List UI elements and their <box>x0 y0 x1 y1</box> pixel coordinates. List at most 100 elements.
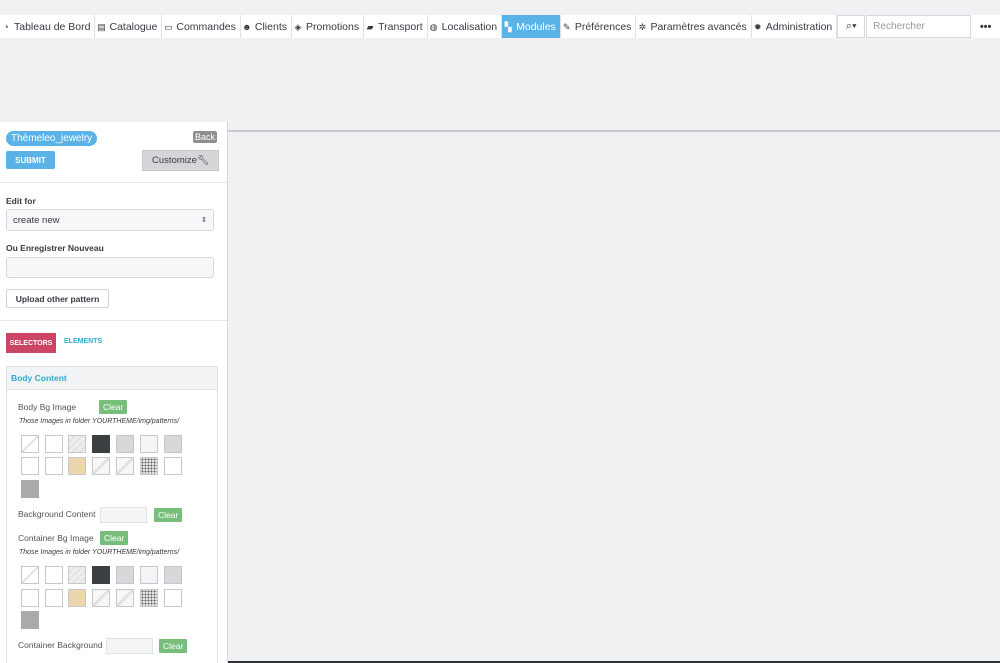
pattern-swatch[interactable] <box>164 589 182 607</box>
pattern-swatch[interactable] <box>140 435 158 453</box>
submit-button[interactable]: SUBMIT <box>6 151 55 169</box>
credit-card-icon: ▭ <box>164 21 173 32</box>
pattern-swatch[interactable] <box>68 457 86 475</box>
nav-item-administration[interactable]: ✹ Administration <box>752 15 838 38</box>
nav-item-clients[interactable]: ☻ Clients <box>241 15 292 38</box>
tab-elements[interactable]: ELEMENTS <box>64 338 102 345</box>
edit-for-select[interactable]: create new ⇕ <box>6 209 214 231</box>
clear-body-bg-button[interactable]: Clear <box>99 400 128 414</box>
cog-icon: ✹ <box>753 21 762 32</box>
pattern-swatch[interactable] <box>21 435 39 453</box>
clear-bg-content-button[interactable]: Clear <box>154 508 183 522</box>
wrench-icon: ✎ <box>563 21 571 32</box>
pattern-swatch[interactable] <box>164 457 182 475</box>
nav-item-catalogue[interactable]: ▤ Catalogue <box>95 15 163 38</box>
edit-for-value: create new <box>13 214 60 226</box>
pattern-swatch[interactable] <box>68 435 86 453</box>
globe-icon: ◍ <box>429 21 438 32</box>
pattern-swatch[interactable] <box>116 435 134 453</box>
pattern-swatch[interactable] <box>21 457 39 475</box>
container-bg-label: Container Bg Image <box>18 533 94 543</box>
bg-content-label: Background Content <box>18 509 96 519</box>
pattern-swatch[interactable] <box>45 566 63 584</box>
nav-label: Préférences <box>574 20 632 33</box>
divider <box>0 320 227 321</box>
theme-customizer-panel: Thèmeleo_jewelry Back SUBMIT Customize 🔧︎… <box>0 122 228 663</box>
patterns-note: Those Images in folder YOURTHEME/img/pat… <box>19 418 180 425</box>
nav-label: Promotions <box>306 20 360 33</box>
tags-icon: ◈ <box>294 21 302 32</box>
nav-item-advanced-parameters[interactable]: ✲ Paramètres avancés <box>636 15 752 38</box>
pattern-swatch[interactable] <box>21 611 39 629</box>
pattern-swatch[interactable] <box>116 589 134 607</box>
nav-item-localisation[interactable]: ◍ Localisation <box>428 15 503 38</box>
nav-item-transport[interactable]: ▰ Transport <box>364 15 428 38</box>
clear-container-background-button[interactable]: Clear <box>159 639 188 653</box>
pattern-swatch[interactable] <box>116 566 134 584</box>
top-navigation: ◔ Tableau de Bord ▤ Catalogue ▭ Commandes ☻… <box>0 15 1000 38</box>
truck-icon: ▰ <box>366 21 374 32</box>
customize-label: Customize <box>152 155 197 166</box>
nav-label: Clients <box>254 20 287 33</box>
theme-name-badge: Thèmeleo_jewelry <box>6 131 98 146</box>
dashboard-icon: ◔ <box>3 21 9 32</box>
nav-label: Paramètres avancés <box>650 20 747 33</box>
pattern-swatch[interactable] <box>140 589 158 607</box>
users-icon: ☻ <box>242 21 252 32</box>
pattern-swatch[interactable] <box>92 566 110 584</box>
search-dropdown-button[interactable]: ⌕▾ <box>837 15 866 38</box>
save-new-label: Ou Enregistrer Nouveau <box>6 243 104 253</box>
divider <box>0 182 227 183</box>
pattern-swatch[interactable] <box>164 435 182 453</box>
save-new-input[interactable] <box>6 257 214 278</box>
nav-item-preferences[interactable]: ✎ Préférences <box>561 15 637 38</box>
nav-item-dashboard[interactable]: ◔ Tableau de Bord <box>0 15 96 38</box>
pattern-swatch[interactable] <box>21 480 39 498</box>
search-icon: ⌕▾ <box>845 20 857 32</box>
pattern-swatch[interactable] <box>68 566 86 584</box>
pattern-swatch[interactable] <box>92 457 110 475</box>
pattern-swatch[interactable] <box>140 457 158 475</box>
nav-label: Transport <box>378 20 423 33</box>
body-content-section: Body Content Body Bg Image Clear Those I… <box>6 366 218 663</box>
select-arrows-icon: ⇕ <box>201 217 207 224</box>
more-menu-button[interactable]: ••• <box>971 15 1000 38</box>
nav-label: Commandes <box>176 20 236 33</box>
book-icon: ▤ <box>97 21 106 32</box>
section-title[interactable]: Body Content <box>7 367 217 390</box>
pattern-swatch[interactable] <box>21 589 39 607</box>
pattern-swatch[interactable] <box>92 435 110 453</box>
nav-label: Modules <box>516 20 556 33</box>
nav-item-promotions[interactable]: ◈ Promotions <box>292 15 365 38</box>
customize-button[interactable]: Customize 🔧︎ <box>142 150 219 171</box>
body-bg-label: Body Bg Image <box>18 402 77 412</box>
nav-label: Administration <box>765 20 833 33</box>
pattern-swatch[interactable] <box>92 589 110 607</box>
puzzle-icon: ▚ <box>504 21 512 32</box>
upload-pattern-button[interactable]: Upload other pattern <box>6 289 109 308</box>
nav-label: Tableau de Bord <box>14 20 91 33</box>
nav-label: Catalogue <box>109 20 158 33</box>
wrench-icon: 🔧︎ <box>196 155 209 166</box>
search-input[interactable]: Rechercher <box>866 15 972 38</box>
pattern-swatch[interactable] <box>45 457 63 475</box>
nav-label: Localisation <box>441 20 498 33</box>
container-background-label: Container Background <box>18 640 103 650</box>
clear-container-bg-button[interactable]: Clear <box>100 531 129 545</box>
tab-selectors[interactable]: SELECTORS <box>6 333 56 353</box>
back-button[interactable]: Back <box>193 131 217 143</box>
edit-for-label: Edit for <box>6 196 36 206</box>
pattern-swatch[interactable] <box>164 566 182 584</box>
pattern-swatch[interactable] <box>45 435 63 453</box>
pattern-swatch[interactable] <box>45 589 63 607</box>
pattern-swatch[interactable] <box>68 589 86 607</box>
container-background-color-input[interactable] <box>106 638 153 654</box>
bg-content-color-input[interactable] <box>100 507 147 523</box>
nav-item-commandes[interactable]: ▭ Commandes <box>162 15 241 38</box>
nav-item-modules[interactable]: ▚ Modules <box>502 15 561 38</box>
pattern-swatch[interactable] <box>116 457 134 475</box>
content-divider <box>228 130 1000 132</box>
pattern-swatch[interactable] <box>21 566 39 584</box>
pattern-swatch[interactable] <box>140 566 158 584</box>
patterns-note: Those Images in folder YOURTHEME/img/pat… <box>19 549 180 556</box>
